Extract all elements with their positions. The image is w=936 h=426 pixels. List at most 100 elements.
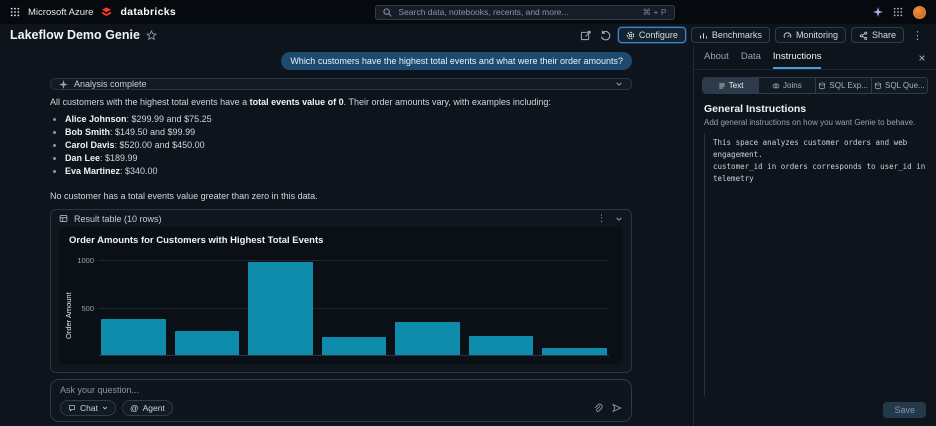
- joins-icon: [772, 82, 780, 90]
- ask-toolbar: Chat @ Agent: [60, 400, 622, 417]
- monitoring-gauge-icon: [783, 31, 792, 40]
- ask-question-input[interactable]: [60, 385, 622, 396]
- segment-joins[interactable]: Joins: [759, 78, 816, 93]
- customer-name: Alice Johnson: [65, 114, 127, 125]
- search-input[interactable]: [396, 6, 638, 18]
- order-amounts: : $149.50 and $99.99: [110, 127, 196, 138]
- answer-intro-bold: total events value of 0: [249, 97, 344, 107]
- tab-data[interactable]: Data: [741, 46, 761, 69]
- chevron-down-icon: [102, 405, 108, 411]
- customer-name: Eva Martinez: [65, 166, 121, 177]
- analysis-status-bar[interactable]: Analysis complete: [50, 78, 632, 90]
- segment-joins-label: Joins: [783, 81, 802, 90]
- conversation-pane: Which customers have the highest total e…: [0, 46, 693, 426]
- chart-title: Order Amounts for Customers with Highest…: [69, 235, 324, 247]
- segment-sql-exp-label: SQL Exp...: [829, 81, 868, 90]
- global-search[interactable]: ⌘ + P: [374, 4, 675, 20]
- chart-bar: [468, 335, 534, 356]
- answer-bullet-list: Alice Johnson: $299.99 and $75.25 Bob Sm…: [50, 112, 632, 179]
- database-icon: [874, 82, 882, 90]
- agent-at-icon: @: [129, 403, 139, 414]
- result-table-panel: Result table (10 rows) ⋮ Order Amounts f…: [50, 209, 632, 374]
- chart-bar: [101, 319, 166, 356]
- chat-mode-button[interactable]: Chat: [60, 400, 116, 417]
- order-amounts: : $520.00 and $450.00: [114, 140, 205, 151]
- search-icon: [382, 7, 392, 17]
- apps-grid-icon[interactable]: [893, 7, 903, 17]
- history-icon[interactable]: [598, 28, 613, 43]
- general-instructions-subtext: Add general instructions on how you want…: [704, 118, 916, 127]
- ask-actions: [593, 403, 622, 413]
- databricks-logo-icon: [101, 6, 112, 18]
- answer-intro: All customers with the highest total eve…: [50, 96, 632, 109]
- save-button[interactable]: Save: [883, 402, 926, 418]
- azure-label: Microsoft Azure: [28, 6, 94, 18]
- configure-tabs: About Data Instructions: [694, 46, 936, 70]
- kebab-menu-icon[interactable]: ⋮: [909, 29, 926, 42]
- answer-intro-prefix: All customers with the highest total eve…: [50, 97, 250, 107]
- chart-bar: [174, 331, 240, 356]
- monitoring-button[interactable]: Monitoring: [774, 27, 846, 43]
- configure-label: Configure: [638, 30, 678, 40]
- chart-bar: [321, 336, 387, 356]
- main-area: Which customers have the highest total e…: [0, 46, 936, 426]
- accuracy-disclaimer: Always review the accuracy of responses.: [50, 422, 632, 426]
- waffle-menu-icon[interactable]: [10, 7, 20, 17]
- configure-panel: About Data Instructions Text Joins SQL E…: [693, 46, 936, 426]
- y-tick-1000: 1000: [77, 256, 94, 266]
- answer-intro-suffix: . Their order amounts vary, with example…: [343, 97, 551, 107]
- avatar[interactable]: [913, 5, 926, 19]
- benchmarks-button[interactable]: Benchmarks: [690, 27, 770, 43]
- order-amounts: : $189.99: [100, 153, 138, 164]
- segment-sql-que-label: SQL Que...: [885, 81, 925, 90]
- topbar: Microsoft Azure databricks ⌘ + P: [0, 0, 936, 24]
- gear-icon: [626, 31, 635, 40]
- order-amounts: : $299.99 and $75.25: [126, 114, 212, 125]
- table-icon: [59, 214, 68, 223]
- tab-about[interactable]: About: [704, 46, 729, 69]
- segment-text[interactable]: Text: [703, 78, 760, 93]
- share-button[interactable]: Share: [850, 27, 904, 43]
- chart-plot-area: 1000 500: [77, 252, 609, 357]
- agent-button[interactable]: @ Agent: [121, 400, 173, 417]
- x-axis-line: [99, 355, 609, 357]
- instruction-type-segments: Text Joins SQL Exp... SQL Que...: [702, 77, 928, 94]
- customer-name: Bob Smith: [65, 127, 110, 138]
- order-amounts: : $340.00: [120, 166, 158, 177]
- segment-sql-expressions[interactable]: SQL Exp...: [815, 78, 872, 93]
- text-lines-icon: [718, 82, 726, 90]
- chart-bar: [542, 348, 608, 356]
- analysis-status-label: Analysis complete: [74, 79, 147, 89]
- gridline: [99, 260, 609, 262]
- tab-instructions[interactable]: Instructions: [772, 46, 822, 69]
- chart-bars: [101, 261, 608, 356]
- result-table-header[interactable]: Result table (10 rows) ⋮: [51, 210, 631, 227]
- answer-bullet: Bob Smith: $149.50 and $99.99: [65, 127, 632, 138]
- header-actions: Configure Benchmarks Monitoring Share ⋮: [578, 27, 926, 43]
- answer-bullet: Dan Lee: $189.99: [65, 153, 632, 164]
- brand-name[interactable]: databricks: [120, 6, 176, 18]
- instructions-textarea[interactable]: This space analyzes customer orders and …: [704, 133, 926, 396]
- result-table-label: Result table (10 rows): [74, 213, 162, 224]
- share-icon: [859, 31, 868, 40]
- ask-question-box[interactable]: Chat @ Agent: [50, 379, 632, 423]
- export-icon[interactable]: [578, 28, 593, 43]
- result-chevron-down-icon[interactable]: [615, 215, 623, 223]
- assistant-sparkle-icon[interactable]: [873, 7, 883, 17]
- customer-name: Carol Davis: [65, 140, 115, 151]
- answer-conclusion: No customer has a total events value gre…: [50, 191, 318, 202]
- result-kebab-icon[interactable]: ⋮: [597, 213, 606, 224]
- chat-mode-label: Chat: [80, 403, 98, 414]
- general-instructions-heading: General Instructions: [704, 103, 807, 115]
- customer-name: Dan Lee: [65, 153, 101, 164]
- chevron-down-icon[interactable]: [615, 80, 623, 88]
- page-header: Lakeflow Demo Genie Configure Benchmarks: [0, 24, 936, 46]
- send-icon[interactable]: [612, 403, 622, 413]
- favorite-star-icon[interactable]: [145, 29, 157, 41]
- share-label: Share: [871, 30, 896, 40]
- close-icon[interactable]: [918, 54, 926, 62]
- segment-sql-queries[interactable]: SQL Que...: [871, 78, 927, 93]
- attachment-paperclip-icon[interactable]: [593, 403, 603, 413]
- chart-bar: [395, 322, 460, 356]
- configure-button[interactable]: Configure: [617, 27, 686, 43]
